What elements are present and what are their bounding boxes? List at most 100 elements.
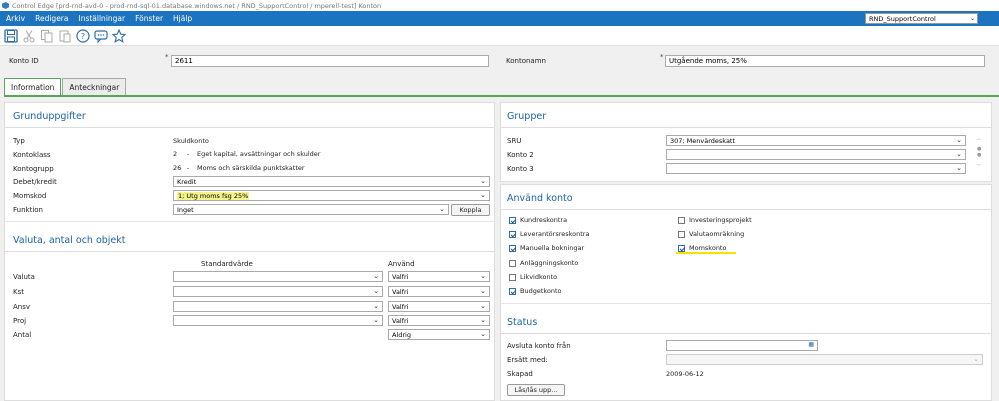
proj-use-select[interactable]: Valfri ⌄: [388, 315, 490, 326]
leverantorsreskontra-checkbox[interactable]: [509, 230, 516, 238]
investeringsprojekt-label: Investeringsprojekt: [689, 216, 752, 224]
kst-use-select[interactable]: Valfri ⌄: [388, 286, 490, 297]
proj-use-value: Valfri: [392, 316, 409, 325]
proj-label: Proj: [13, 317, 27, 325]
chevron-down-icon: ⌄: [969, 15, 975, 22]
debet-kredit-select[interactable]: Kredit ⌄: [173, 176, 490, 187]
left-panel: Grunduppgifter Typ Skuldkonto Kontoklass…: [4, 102, 495, 401]
chevron-down-icon: ⌄: [373, 287, 379, 295]
funktion-label: Funktion: [13, 206, 43, 214]
kst-use-value: Valfri: [392, 287, 409, 296]
lock-unlock-button[interactable]: Lås/lås upp...: [507, 384, 565, 396]
chat-icon: [93, 29, 108, 43]
proj-standard-select[interactable]: ⌄: [173, 315, 383, 326]
avsluta-konto-date-input[interactable]: ▦: [666, 340, 818, 351]
kontonamn-input[interactable]: Utgående moms, 25%: [665, 55, 985, 67]
momskod-select[interactable]: 1; Utg moms fsg 25% ⌄: [173, 190, 490, 201]
kundreskontra-checkbox[interactable]: [509, 216, 516, 224]
menu-redigera[interactable]: Redigera: [30, 14, 73, 23]
save-button[interactable]: [3, 28, 18, 43]
sru-select[interactable]: 307; Menvärdeskatt ⌄: [666, 135, 966, 146]
koppla-button[interactable]: Koppla: [451, 204, 490, 216]
valutaomrakning-checkbox-row[interactable]: Valutaomräkning: [678, 230, 744, 238]
paste-icon: [59, 30, 70, 42]
tab-information[interactable]: Information: [4, 78, 62, 96]
ersatt-med-select[interactable]: ⌄: [666, 354, 983, 365]
manuella-bokningar-checkbox[interactable]: [509, 244, 516, 252]
kontogrupp-dash: -: [187, 164, 190, 172]
ansv-use-select[interactable]: Valfri ⌄: [388, 301, 490, 312]
kontoklass-label: Kontoklass: [13, 151, 51, 159]
momskonto-label: Momskonto: [689, 244, 727, 252]
menu-installningar[interactable]: Inställningar: [73, 14, 130, 23]
kontoklass-value: Eget kapital, avsättningar och skulder: [197, 150, 321, 158]
grupper-title: Grupper: [507, 111, 547, 122]
tab-anteckningar[interactable]: Anteckningar: [62, 78, 127, 96]
copy-button[interactable]: [39, 28, 54, 43]
cut-icon: [23, 29, 34, 42]
favorite-button[interactable]: [111, 28, 126, 43]
window-titlebar: Control Edge [prd-rnd-avd-0 - prod-rnd-s…: [0, 0, 999, 11]
menu-arkiv[interactable]: Arkiv: [0, 14, 30, 23]
company-select[interactable]: RND_SupportControl ⌄: [865, 13, 978, 24]
antal-use-select[interactable]: Aldrig ⌄: [388, 329, 490, 340]
company-select-value: RND_SupportControl: [869, 14, 936, 23]
svg-text:?: ?: [80, 32, 84, 41]
scroll-up-icon[interactable]: ︿: [976, 135, 981, 142]
valutaomrakning-label: Valutaomräkning: [689, 230, 745, 238]
cut-button[interactable]: [21, 28, 36, 43]
scroll-down-icon[interactable]: ﹀: [976, 163, 981, 170]
toolbar: ?: [0, 26, 999, 46]
investeringsprojekt-checkbox-row[interactable]: Investeringsprojekt: [678, 216, 752, 224]
konto3-select[interactable]: ⌄: [666, 163, 966, 174]
momskonto-checkbox[interactable]: [678, 244, 685, 252]
tab-bar: Information Anteckningar: [4, 78, 127, 96]
menu-bar: Arkiv Redigera Inställningar Fönster Hjä…: [0, 11, 999, 26]
menu-hjalp[interactable]: Hjälp: [168, 14, 197, 23]
help-button[interactable]: ?: [75, 28, 90, 43]
star-icon: [111, 28, 126, 43]
debet-kredit-value: Kredit: [177, 177, 197, 186]
ersatt-med-label: Ersätt med:: [507, 356, 548, 364]
ansv-standard-select[interactable]: ⌄: [173, 301, 383, 312]
anvand-header: Använd: [388, 260, 415, 268]
anlaggningskonto-label: Anläggningskonto: [520, 259, 579, 267]
likvidkonto-checkbox-row[interactable]: Likvidkonto: [509, 273, 557, 281]
standardvarde-header: Standardvärde: [201, 260, 253, 268]
chat-button[interactable]: [93, 28, 108, 43]
konto2-select[interactable]: ⌄: [666, 149, 966, 160]
kundreskontra-label: Kundreskontra: [520, 216, 568, 224]
valutaomrakning-checkbox[interactable]: [678, 230, 685, 238]
likvidkonto-checkbox[interactable]: [509, 273, 516, 281]
highlight-marker: [676, 252, 736, 254]
chevron-down-icon: ⌄: [439, 205, 445, 213]
kundreskontra-checkbox-row[interactable]: Kundreskontra: [509, 216, 567, 224]
valuta-use-value: Valfri: [392, 272, 409, 281]
chevron-down-icon: ⌄: [480, 177, 486, 185]
budgetkonto-label: Budgetkonto: [520, 287, 562, 295]
valuta-standard-select[interactable]: ⌄: [173, 271, 383, 282]
valuta-use-select[interactable]: Valfri ⌄: [388, 271, 490, 282]
manuella-bokningar-checkbox-row[interactable]: Manuella bokningar: [509, 244, 584, 252]
anvand-status-panel: Använd konto Kundreskontra Leverantörsre…: [500, 184, 992, 401]
divider: [501, 209, 991, 210]
konto-id-input[interactable]: 2611: [171, 55, 489, 67]
chevron-down-icon: ⌄: [480, 302, 486, 310]
funktion-select[interactable]: Inget ⌄: [173, 204, 449, 215]
calendar-icon[interactable]: ▦: [808, 341, 814, 348]
scroll-dot-icon: ●: [977, 152, 982, 158]
divider: [5, 251, 494, 252]
leverantorsreskontra-checkbox-row[interactable]: Leverantörsreskontra: [509, 230, 589, 238]
antal-use-value: Aldrig: [392, 330, 411, 339]
menu-fonster[interactable]: Fönster: [130, 14, 168, 23]
budgetkonto-checkbox[interactable]: [509, 287, 516, 295]
kst-standard-select[interactable]: ⌄: [173, 286, 383, 297]
paste-button[interactable]: [57, 28, 72, 43]
anlaggningskonto-checkbox-row[interactable]: Anläggningskonto: [509, 259, 578, 267]
anlaggningskonto-checkbox[interactable]: [509, 259, 516, 267]
debet-kredit-label: Debet/kredit: [13, 178, 57, 186]
momskonto-checkbox-row[interactable]: Momskonto: [678, 244, 726, 252]
budgetkonto-checkbox-row[interactable]: Budgetkonto: [509, 287, 562, 295]
investeringsprojekt-checkbox[interactable]: [678, 216, 685, 224]
copy-icon: [40, 29, 52, 42]
